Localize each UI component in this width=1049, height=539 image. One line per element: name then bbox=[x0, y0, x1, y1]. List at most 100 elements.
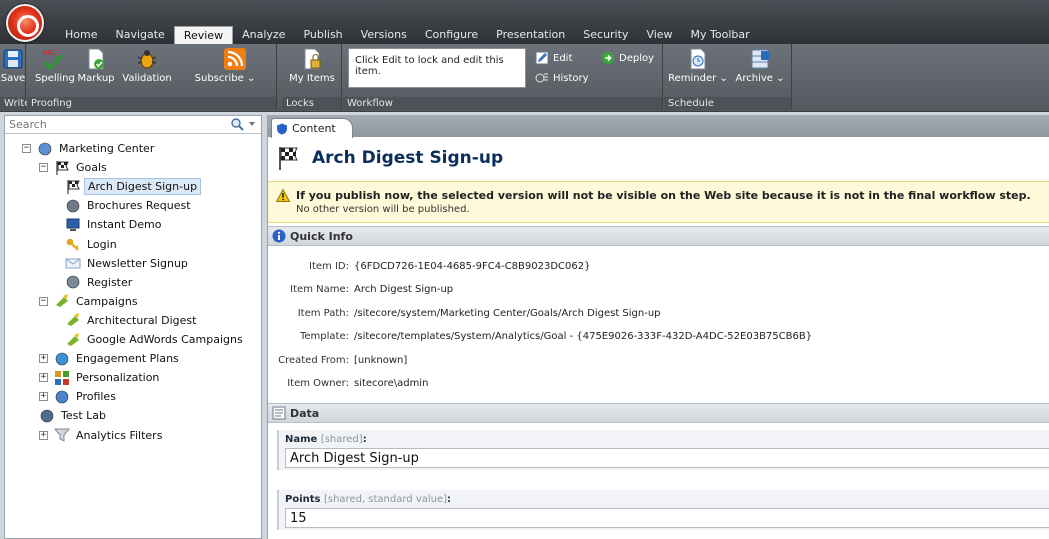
info-row: Item ID: {6FDCD726-1E04-4685-9FC4-C8B9023… bbox=[268, 257, 590, 275]
points-field-meta: [shared, standard value] bbox=[323, 494, 448, 505]
tab-review[interactable]: Review bbox=[173, 26, 234, 44]
tab-presentation[interactable]: Presentation bbox=[487, 26, 574, 44]
tab-configure[interactable]: Configure bbox=[416, 26, 487, 44]
publish-warning: If you publish now, the selected version… bbox=[268, 181, 1049, 223]
search-icon bbox=[231, 118, 255, 131]
info-key: Item Path: bbox=[297, 307, 349, 319]
goal-request-icon bbox=[66, 199, 80, 213]
tree-item[interactable]: Google AdWords Campaigns bbox=[65, 330, 246, 349]
collapse-icon[interactable]: − bbox=[39, 296, 48, 306]
tree-item[interactable]: Register bbox=[65, 273, 135, 292]
expand-icon[interactable]: + bbox=[39, 392, 48, 402]
tree-item[interactable]: − Marketing Center bbox=[22, 139, 157, 158]
info-value: sitecore\admin bbox=[354, 378, 429, 389]
tab-view[interactable]: View bbox=[637, 26, 681, 44]
key-icon bbox=[66, 238, 79, 251]
tree-item[interactable]: − Campaigns bbox=[39, 292, 141, 311]
archive-icon bbox=[751, 49, 769, 69]
chevron-down-icon: ⌄ bbox=[246, 73, 256, 84]
data-section-header[interactable]: Data bbox=[268, 403, 1049, 423]
tree-item[interactable]: Test Lab bbox=[39, 406, 109, 425]
info-value: /sitecore/templates/System/Analytics/Goa… bbox=[354, 331, 813, 342]
testlab-icon bbox=[40, 409, 54, 423]
tab-analyze[interactable]: Analyze bbox=[233, 26, 294, 44]
my-items-button[interactable]: My Items bbox=[288, 47, 336, 84]
info-value: Arch Digest Sign-up bbox=[354, 284, 454, 295]
history-button[interactable]: History bbox=[535, 71, 589, 85]
search-button[interactable] bbox=[227, 117, 257, 132]
tree-item[interactable]: Login bbox=[65, 235, 120, 254]
tab-publish[interactable]: Publish bbox=[294, 26, 351, 44]
tree-item[interactable]: Arch Digest Sign-up bbox=[65, 177, 202, 196]
tree-item-label: Instant Demo bbox=[87, 218, 162, 232]
tree-item[interactable]: Instant Demo bbox=[65, 215, 164, 234]
tree-item[interactable]: + Personalization bbox=[39, 368, 162, 387]
markup-button[interactable]: Markup bbox=[77, 47, 115, 84]
group-label-workflow: Workflow bbox=[343, 97, 662, 110]
ribbon-group-proofing: ABC Spelling Markup Validation Subscribe… bbox=[27, 44, 277, 110]
ribbon-group-schedule: Reminder ⌄ Archive ⌄ Schedule bbox=[664, 44, 792, 110]
tree-search-bar bbox=[5, 116, 261, 134]
editor-tab-strip: Content bbox=[268, 115, 1049, 138]
reminder-button[interactable]: Reminder ⌄ bbox=[668, 47, 728, 84]
warning-icon bbox=[276, 189, 290, 202]
save-button[interactable]: Save bbox=[0, 47, 26, 84]
points-field-input[interactable] bbox=[285, 508, 1049, 528]
tree-item-label: Newsletter Signup bbox=[87, 256, 188, 270]
reminder-document-icon bbox=[690, 48, 706, 70]
tab-navigate[interactable]: Navigate bbox=[106, 26, 173, 44]
tree-item[interactable]: Architectural Digest bbox=[65, 311, 199, 330]
item-header: Arch Digest Sign-up bbox=[268, 138, 1049, 178]
info-row: Created From: [unknown] bbox=[268, 351, 407, 369]
tab-my-toolbar[interactable]: My Toolbar bbox=[682, 26, 759, 44]
chevron-down-icon: ⌄ bbox=[776, 73, 785, 84]
tree-item[interactable]: + Analytics Filters bbox=[39, 426, 165, 445]
tree-item-label: Engagement Plans bbox=[76, 352, 179, 366]
tree-item[interactable]: Brochures Request bbox=[65, 196, 194, 215]
edit-button[interactable]: Edit bbox=[535, 51, 572, 65]
deploy-arrow-icon bbox=[602, 52, 614, 64]
tab-home[interactable]: Home bbox=[56, 26, 106, 44]
deploy-button[interactable]: Deploy bbox=[601, 51, 654, 65]
info-key: Item Name: bbox=[290, 284, 349, 295]
info-value: /sitecore/system/Marketing Center/Goals/… bbox=[354, 307, 661, 319]
warning-subtext: No other version will be published. bbox=[296, 204, 470, 215]
goal-flag-icon bbox=[67, 179, 80, 194]
info-key: Created From: bbox=[278, 354, 349, 366]
history-icon bbox=[535, 73, 548, 83]
floppy-disk-icon bbox=[3, 49, 23, 69]
expand-icon[interactable]: + bbox=[39, 373, 48, 383]
campaign-icon bbox=[56, 294, 68, 308]
tree-item[interactable]: + Profiles bbox=[39, 387, 119, 406]
points-field-label: Points bbox=[285, 494, 321, 505]
tree-item-label: Profiles bbox=[76, 390, 116, 404]
content-editor: Content Arch Digest Sign-up If you publi… bbox=[267, 115, 1049, 539]
tree-item[interactable]: − Goals bbox=[39, 158, 110, 177]
ribbon: Save Write ABC Spelling Markup Validatio… bbox=[0, 44, 1049, 112]
goals-flag-icon bbox=[56, 160, 69, 175]
tab-content[interactable]: Content bbox=[271, 118, 353, 138]
workflow-message-box: Click Edit to lock and edit this item. bbox=[348, 48, 526, 88]
tab-versions[interactable]: Versions bbox=[352, 26, 416, 44]
shield-icon bbox=[277, 123, 287, 134]
sitecore-logo-icon[interactable] bbox=[6, 4, 44, 42]
tree-item[interactable]: Newsletter Signup bbox=[65, 254, 191, 273]
tree-item[interactable]: + Engagement Plans bbox=[39, 349, 182, 368]
mail-icon bbox=[65, 258, 81, 269]
expand-icon[interactable]: + bbox=[39, 354, 48, 364]
validation-button[interactable]: Validation bbox=[121, 47, 173, 84]
name-field-input[interactable] bbox=[285, 448, 1049, 468]
search-input[interactable] bbox=[5, 116, 205, 133]
expand-icon[interactable]: + bbox=[39, 430, 48, 440]
collapse-icon[interactable]: − bbox=[39, 163, 48, 173]
name-field-block: Name [shared]: bbox=[277, 430, 1049, 470]
spelling-button[interactable]: ABC Spelling bbox=[35, 47, 75, 84]
tree-item-label: Google AdWords Campaigns bbox=[87, 333, 243, 346]
subscribe-button[interactable]: Subscribe ⌄ bbox=[177, 47, 273, 84]
name-field-meta: [shared] bbox=[320, 434, 363, 445]
quick-info-section-header[interactable]: Quick Info bbox=[268, 226, 1049, 246]
collapse-icon[interactable]: − bbox=[22, 144, 31, 153]
data-section-icon bbox=[272, 406, 286, 420]
archive-button[interactable]: Archive ⌄ bbox=[732, 47, 788, 84]
tab-security[interactable]: Security bbox=[574, 26, 637, 44]
